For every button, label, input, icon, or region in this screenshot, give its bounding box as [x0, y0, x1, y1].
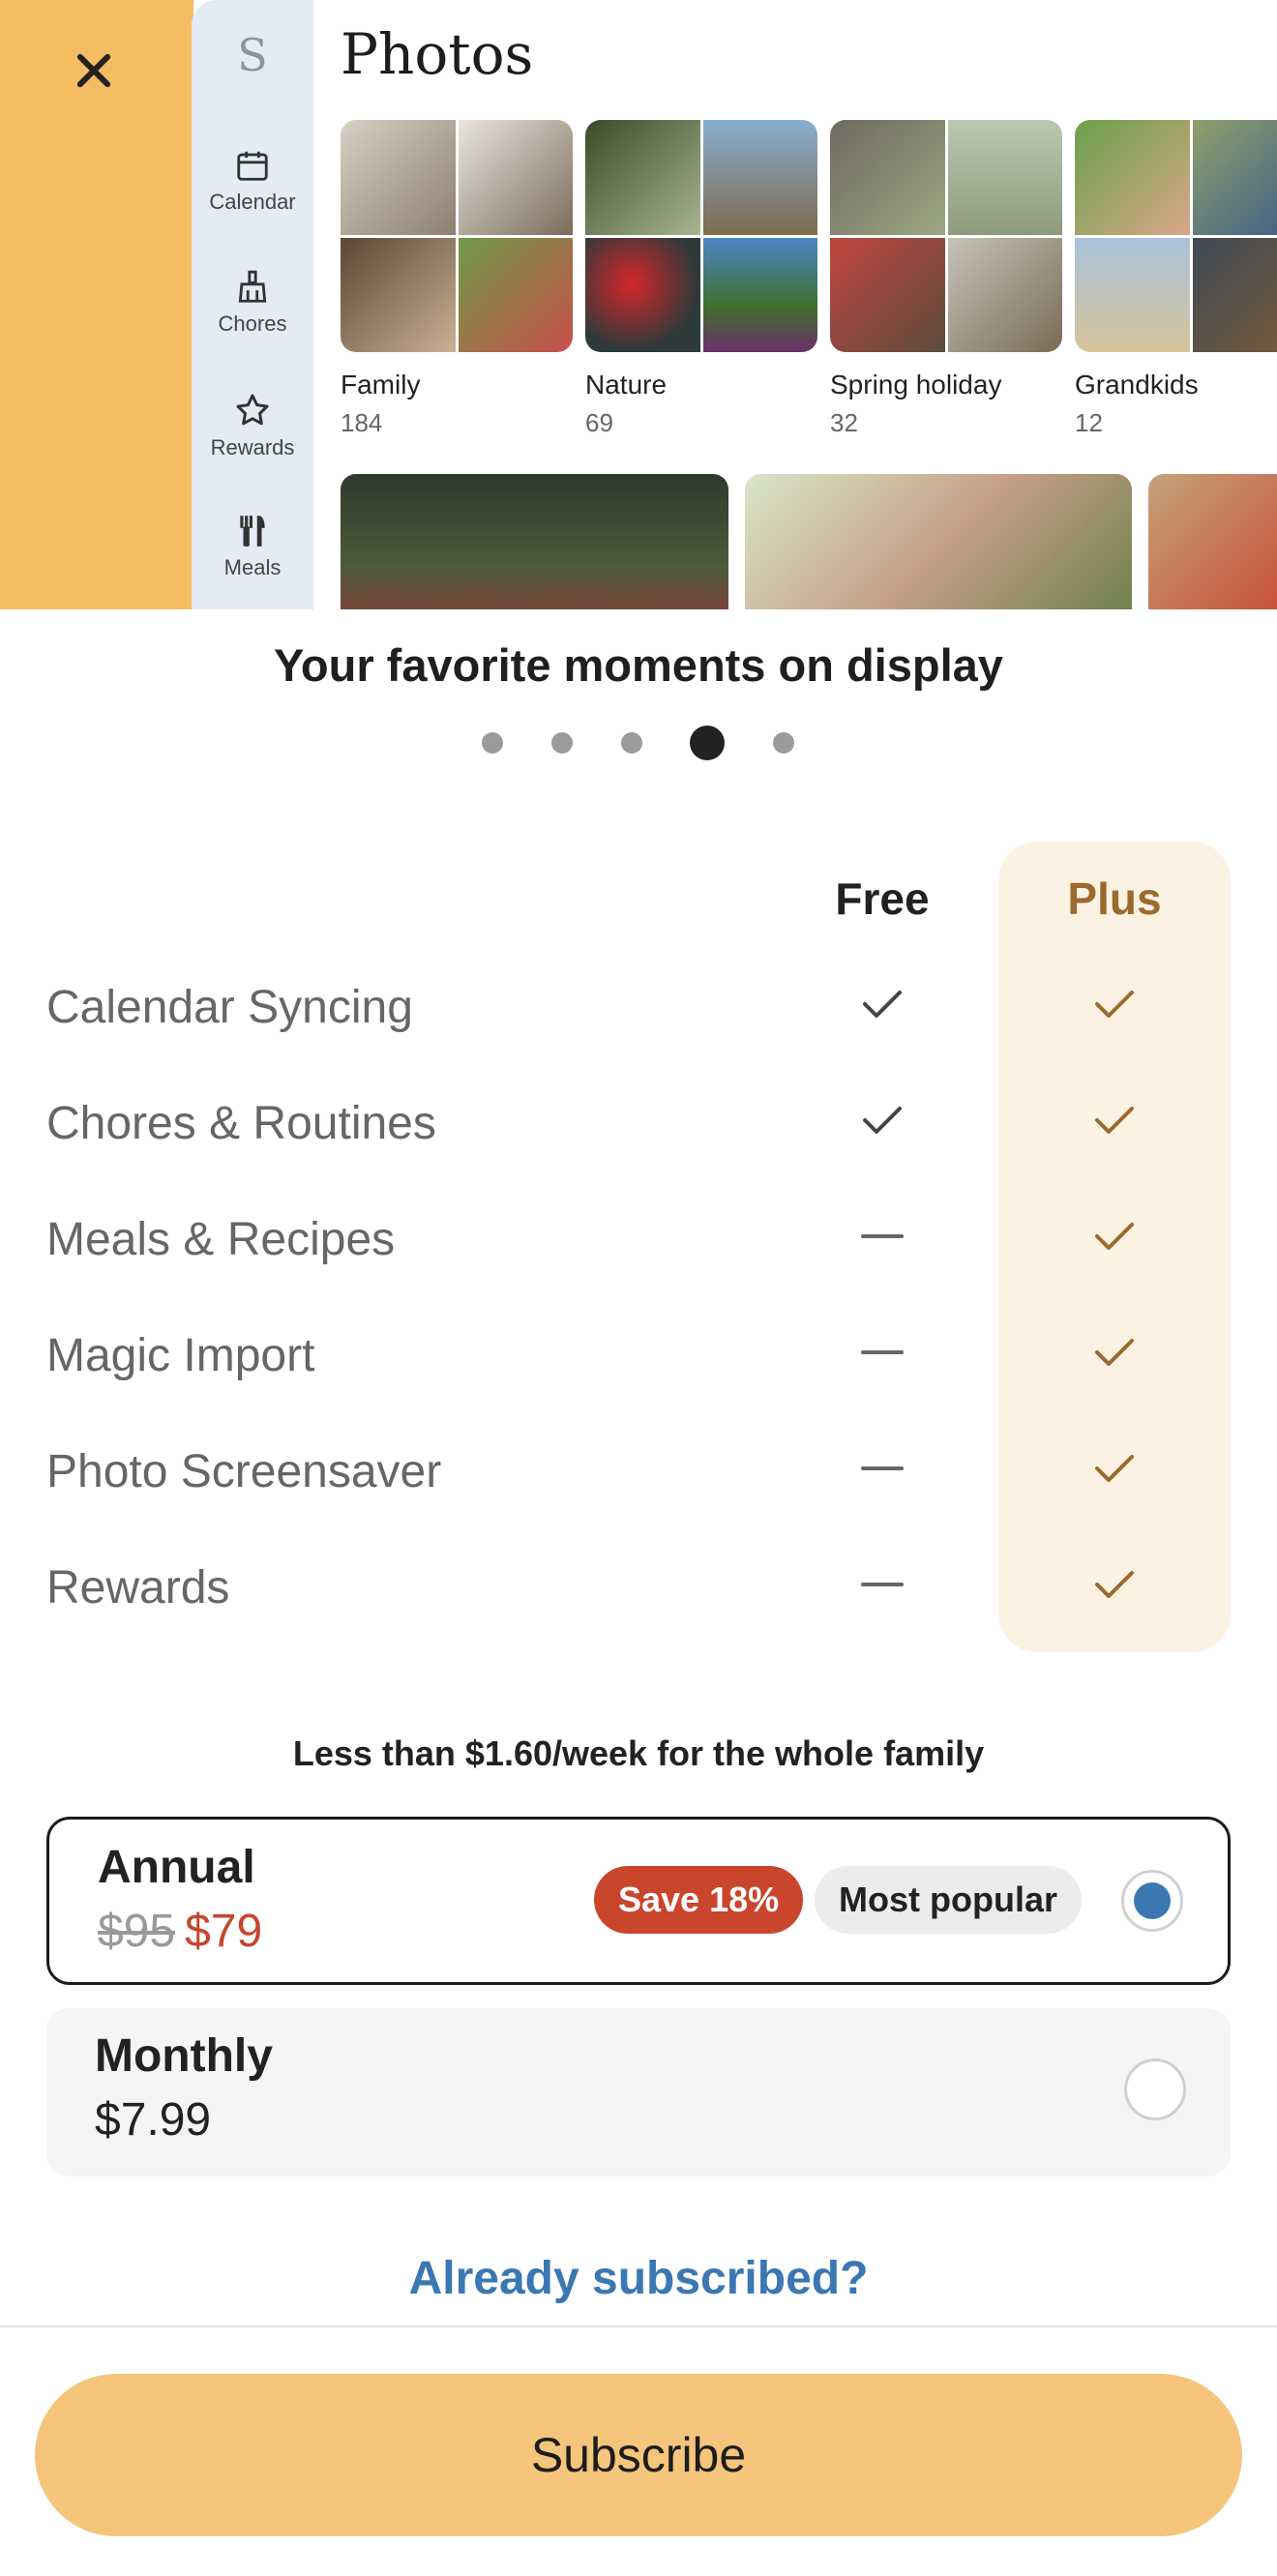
plan-radio-selected[interactable]: [1121, 1870, 1183, 1932]
plan-price: $95 $79: [98, 1905, 262, 1958]
sidebar-item-meals: Meals: [192, 513, 313, 580]
free-check-icon: [766, 1101, 998, 1153]
album-count: 184: [341, 408, 383, 437]
feature-row: Rewards: [46, 1548, 1236, 1635]
most-popular-badge: Most popular: [815, 1866, 1082, 1934]
sidebar-initial: S: [237, 29, 268, 81]
feature-label: Calendar Syncing: [46, 982, 413, 1033]
close-icon[interactable]: [66, 35, 143, 112]
feature-row: Magic Import: [46, 1316, 1236, 1403]
star-icon: [236, 394, 269, 426]
already-subscribed-link[interactable]: Already subscribed?: [0, 2252, 1277, 2305]
preview-sidebar: S Calendar Chores Rewards Meals: [192, 0, 313, 609]
carousel-dot[interactable]: [773, 732, 794, 754]
sidebar-item-calendar: Calendar: [192, 147, 313, 215]
plan-price: $7.99: [95, 2094, 212, 2146]
sidebar-item-chores: Chores: [192, 269, 313, 337]
feature-label: Meals & Recipes: [46, 1214, 396, 1265]
photo-tile: [745, 474, 1132, 609]
plus-column-header: Plus: [1067, 873, 1162, 924]
album-card: Family 184: [341, 120, 573, 438]
sidebar-item-label: Chores: [218, 311, 287, 336]
save-badge: Save 18%: [594, 1866, 804, 1934]
plus-check-icon: [998, 1449, 1231, 1501]
feature-label: Photo Screensaver: [46, 1446, 442, 1497]
broom-icon: [238, 270, 267, 303]
plan-name: Monthly: [95, 2030, 273, 2082]
discount-price: $79: [185, 1906, 263, 1957]
feature-row: Meals & Recipes: [46, 1199, 1236, 1287]
free-check-icon: [766, 985, 998, 1037]
feature-headline: Your favorite moments on display: [274, 639, 1003, 691]
carousel-dot[interactable]: [551, 732, 573, 754]
plus-check-icon: [998, 1333, 1231, 1385]
plus-check-icon: [998, 985, 1231, 1037]
album-count: 12: [1075, 408, 1103, 437]
photo-tile: [341, 474, 728, 609]
feature-label: Chores & Routines: [46, 1098, 436, 1149]
album-count: 69: [585, 408, 613, 437]
sidebar-item-label: Meals: [223, 555, 282, 579]
album-card: Nature 69: [585, 120, 817, 438]
plus-check-icon: [998, 1217, 1231, 1269]
carousel-dot-active[interactable]: [690, 725, 725, 760]
album-name: Nature: [585, 370, 668, 400]
feature-label: Rewards: [46, 1562, 230, 1614]
feature-label: Magic Import: [46, 1330, 315, 1381]
carousel-dot[interactable]: [621, 732, 642, 754]
plan-name: Annual: [98, 1842, 255, 1893]
divider: [0, 2325, 1277, 2327]
free-dash-icon: [766, 1449, 998, 1501]
album-count: 32: [830, 408, 858, 437]
free-dash-icon: [766, 1217, 998, 1269]
free-column-header: Free: [835, 873, 930, 924]
calendar-icon: [237, 151, 268, 181]
sidebar-item-label: Calendar: [209, 190, 296, 214]
plus-check-icon: [998, 1565, 1231, 1617]
plan-option-annual[interactable]: Annual $95 $79 Save 18% Most popular: [46, 1817, 1231, 1985]
photo-tile: [1148, 474, 1277, 609]
sidebar-item-label: Rewards: [210, 435, 295, 459]
plan-option-monthly[interactable]: Monthly $7.99: [46, 2008, 1231, 2176]
free-dash-icon: [766, 1333, 998, 1385]
album-card: Spring holiday 32: [830, 120, 1062, 438]
original-price: $95: [98, 1906, 176, 1957]
album-card: Grandkids 12: [1075, 120, 1277, 438]
album-name: Spring holiday: [830, 370, 1002, 400]
carousel-dots: [0, 724, 1277, 762]
album-thumbnail: [585, 120, 817, 352]
album-thumbnail: [1075, 120, 1277, 352]
plus-check-icon: [998, 1101, 1231, 1153]
price-note: Less than $1.60/week for the whole famil…: [292, 1733, 985, 1773]
feature-preview: S Calendar Chores Rewards Meals Photos F…: [0, 0, 1277, 609]
feature-row: Photo Screensaver: [46, 1432, 1236, 1519]
feature-row: Calendar Syncing: [46, 967, 1236, 1054]
album-thumbnail: [341, 120, 573, 352]
feature-row: Chores & Routines: [46, 1083, 1236, 1170]
subscribe-button[interactable]: Subscribe: [35, 2374, 1242, 2536]
album-name: Grandkids: [1075, 370, 1199, 400]
sidebar-item-rewards: Rewards: [192, 391, 313, 460]
carousel-dot[interactable]: [482, 732, 503, 754]
free-dash-icon: [766, 1565, 998, 1617]
album-name: Family: [341, 370, 421, 400]
album-thumbnail: [830, 120, 1062, 352]
plan-radio[interactable]: [1124, 2058, 1186, 2120]
preview-title: Photos: [341, 21, 534, 87]
utensils-icon: [240, 516, 265, 547]
